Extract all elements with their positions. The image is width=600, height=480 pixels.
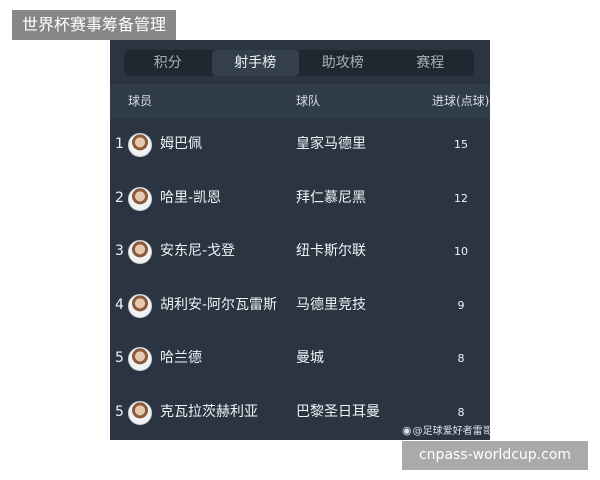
player-name[interactable]: 姆巴佩	[160, 118, 202, 172]
player-avatar	[128, 293, 152, 318]
table-row[interactable]: 1 姆巴佩 皇家马德里 15	[110, 118, 490, 172]
page-caption: 世界杯赛事筹备管理	[12, 10, 177, 40]
player-avatar	[128, 133, 152, 157]
table-row[interactable]: 4 胡利安-阿尔瓦雷斯 马德里竞技 9	[110, 279, 490, 333]
goals-count: 15	[454, 138, 468, 151]
rank: 5	[115, 350, 124, 367]
column-header-team: 球队	[296, 94, 321, 108]
team-name[interactable]: 拜仁慕尼黑	[296, 172, 366, 226]
table-row[interactable]: 2 哈里-凯恩 拜仁慕尼黑 12	[110, 172, 490, 226]
weibo-icon: ◉	[402, 424, 412, 437]
tab-standings[interactable]: 积分	[124, 50, 212, 76]
player-avatar	[128, 347, 152, 372]
goals-count: 12	[454, 191, 468, 205]
player-name[interactable]: 哈里-凯恩	[160, 172, 221, 226]
team-name[interactable]: 巴黎圣日耳曼	[296, 386, 380, 440]
tab-bar: 积分 射手榜 助攻榜 赛程	[124, 50, 474, 76]
player-name[interactable]: 胡利安-阿尔瓦雷斯	[160, 279, 277, 333]
table-row[interactable]: 5 哈兰德 曼城 8	[110, 332, 490, 386]
column-header-player: 球员	[128, 94, 153, 108]
player-avatar	[128, 400, 152, 425]
team-name[interactable]: 纽卡斯尔联	[296, 225, 366, 279]
tab-top-assists[interactable]: 助攻榜	[299, 50, 387, 76]
scorers-panel: 积分 射手榜 助攻榜 赛程 球员 球队 进球(点球) 1 姆巴佩 皇家马德里 1…	[110, 40, 490, 440]
rank: 5	[115, 403, 124, 420]
goals-count: 10	[454, 245, 468, 259]
rank: 1	[115, 136, 124, 152]
scorers-table: 1 姆巴佩 皇家马德里 15 2 哈里-凯恩 拜仁慕尼黑 12 3 安东尼-戈登…	[110, 118, 490, 440]
source-watermark: cnpass-worldcup.com	[402, 441, 588, 470]
rank: 2	[115, 189, 124, 206]
team-name[interactable]: 曼城	[296, 332, 324, 386]
player-name[interactable]: 安东尼-戈登	[160, 225, 235, 279]
watermark-text: @足球爱好者雷哥	[412, 426, 490, 437]
tab-top-scorers[interactable]: 射手榜	[211, 50, 299, 76]
player-name[interactable]: 哈兰德	[160, 332, 202, 386]
tab-schedule[interactable]: 赛程	[387, 50, 475, 76]
player-name[interactable]: 克瓦拉茨赫利亚	[160, 386, 258, 440]
player-avatar	[128, 186, 152, 211]
team-name[interactable]: 皇家马德里	[296, 118, 366, 172]
player-avatar	[128, 240, 152, 265]
table-header: 球员 球队 进球(点球)	[110, 84, 490, 118]
table-row[interactable]: 3 安东尼-戈登 纽卡斯尔联 10	[110, 225, 490, 279]
goals-count: 8	[457, 352, 465, 366]
team-name[interactable]: 马德里竞技	[296, 279, 366, 333]
weibo-watermark: ◉@足球爱好者雷哥	[402, 422, 490, 437]
column-header-goals: 进球(点球)	[432, 94, 490, 108]
rank: 4	[115, 296, 124, 313]
rank: 3	[115, 243, 124, 260]
goals-count: 9	[457, 298, 465, 312]
